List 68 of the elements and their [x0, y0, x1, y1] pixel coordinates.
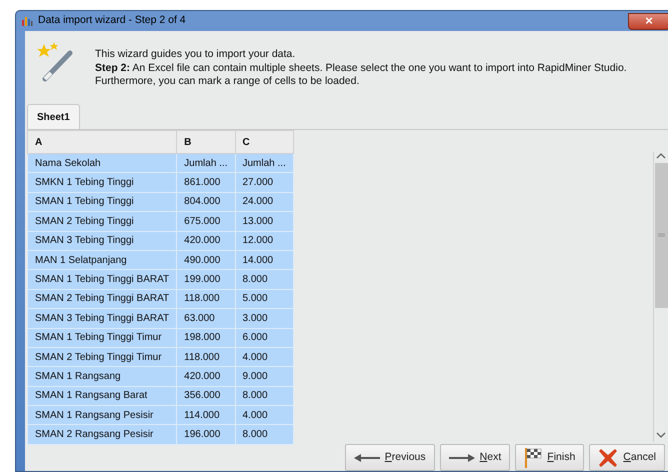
table-cell: 356.000: [176, 386, 235, 406]
table-cell: 198.000: [176, 328, 235, 348]
right-arrow-icon: [448, 454, 475, 462]
close-button[interactable]: ×: [628, 12, 668, 30]
table-cell: 6.000: [235, 328, 294, 348]
table-cell: 14.000: [235, 250, 294, 270]
bar-chart-icon: [21, 15, 33, 27]
scrollbar[interactable]: [653, 152, 668, 442]
scroll-down-icon[interactable]: [656, 431, 666, 440]
table-cell: 5.000: [235, 289, 294, 309]
table-cell: Jumlah ...: [176, 154, 235, 173]
intro-text: Furthermore, you can mark a range of cells to be loaded.: [95, 75, 360, 88]
left-arrow-icon: [354, 454, 380, 462]
table-cell: MAN 1 Selatpanjang: [28, 250, 177, 270]
table-cell: 199.000: [176, 270, 235, 290]
scroll-up-icon[interactable]: [656, 152, 666, 160]
table-cell: 861.000: [176, 172, 235, 192]
table-cell: 9.000: [235, 366, 294, 386]
column-header[interactable]: C: [235, 130, 294, 154]
table-cell: SMAN 1 Rangsang Barat: [28, 386, 177, 406]
table-cell: SMAN 3 Tebing Tinggi BARAT: [28, 308, 177, 328]
scroll-thumb[interactable]: [654, 163, 668, 308]
table-cell: 114.000: [176, 406, 235, 425]
sheet-tab[interactable]: Sheet1: [27, 104, 80, 129]
table-cell: 8.000: [235, 424, 294, 444]
table-cell: 804.000: [176, 192, 235, 212]
table-cell: 490.000: [176, 250, 235, 270]
table-cell: 420.000: [176, 366, 235, 386]
table-cell: 118.000: [176, 289, 235, 309]
intro-text: Step 2: An Excel file can contain multiple sheets. Please select the one you want to import into RapidMiner Studio.: [95, 62, 627, 75]
column-header[interactable]: B: [176, 130, 235, 154]
table-cell: Jumlah ...: [235, 154, 294, 173]
data-table[interactable]: [27, 130, 294, 445]
table-cell: 675.000: [176, 212, 235, 232]
table-cell: 4.000: [235, 406, 294, 425]
table-cell: 4.000: [235, 347, 294, 367]
table-cell: SMAN 1 Rangsang: [28, 366, 177, 386]
table-cell: 12.000: [235, 231, 294, 250]
column-header[interactable]: A: [28, 130, 177, 154]
window-title: Data import wizard - Step 2 of 4: [38, 13, 186, 28]
table-cell: 63.000: [176, 308, 235, 328]
table-cell: SMAN 1 Tebing Tinggi BARAT: [28, 270, 177, 290]
table-cell: SMAN 2 Tebing Tinggi Timur: [28, 347, 177, 367]
checkered-flag-icon: [524, 448, 542, 468]
table-cell: 27.000: [235, 172, 294, 192]
table-cell: 24.000: [235, 192, 294, 212]
intro-text: This wizard guides you to import your data.: [95, 48, 296, 62]
table-cell: SMAN 2 Tebing Tinggi BARAT: [28, 289, 177, 309]
table-cell: SMKN 1 Tebing Tinggi: [28, 172, 177, 192]
table-cell: 8.000: [235, 386, 294, 406]
table-cell: SMAN 2 Tebing Tinggi: [28, 212, 177, 232]
next-button[interactable]: Next: [440, 444, 510, 471]
table-cell: SMAN 3 Tebing Tinggi: [28, 231, 177, 250]
cross-icon: [598, 448, 618, 468]
table-cell: Nama Sekolah: [28, 154, 177, 173]
table-cell: 420.000: [176, 231, 235, 250]
table-cell: SMAN 1 Tebing Tinggi: [28, 192, 177, 212]
previous-button[interactable]: Previous: [344, 444, 435, 471]
table-cell: 118.000: [176, 347, 235, 367]
table-cell: 3.000: [235, 308, 294, 328]
table-cell: 8.000: [235, 270, 294, 290]
table-cell: SMAN 1 Rangsang Pesisir: [28, 406, 177, 425]
table-cell: 13.000: [235, 212, 294, 232]
table-cell: SMAN 1 Tebing Tinggi Timur: [28, 328, 177, 348]
finish-button[interactable]: Finish: [515, 444, 584, 471]
cancel-button[interactable]: Cancel: [589, 444, 665, 471]
table-cell: SMAN 2 Rangsang Pesisir: [28, 424, 177, 444]
table-cell: 196.000: [176, 424, 235, 444]
